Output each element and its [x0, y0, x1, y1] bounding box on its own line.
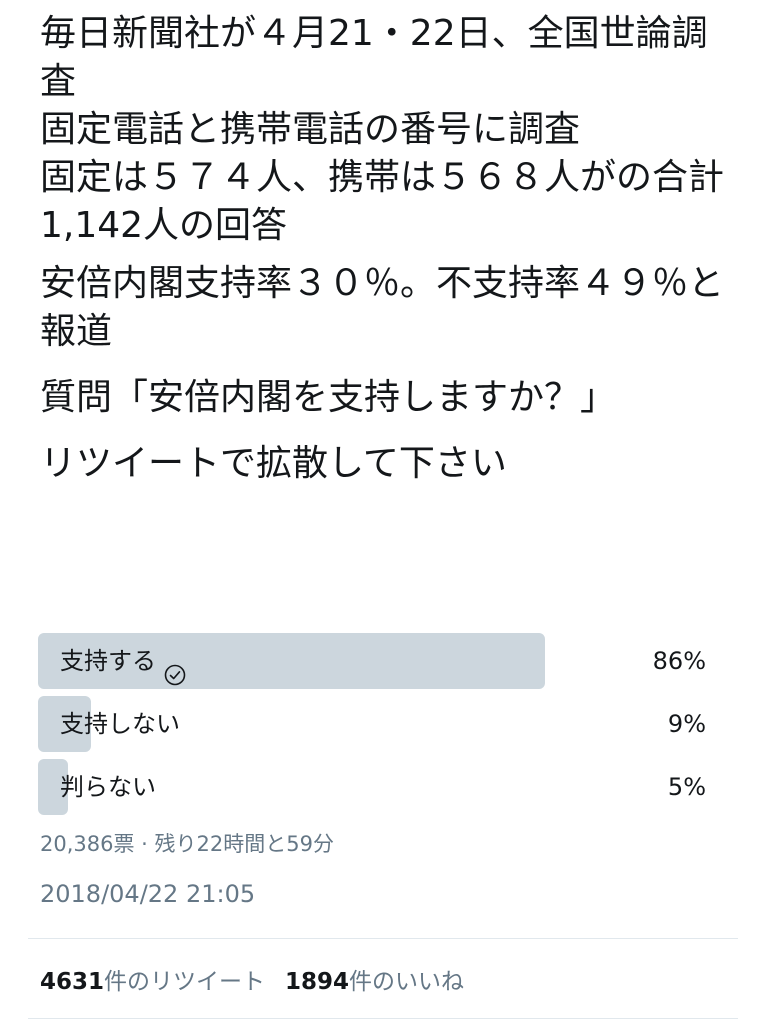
poll: 支持する 86% 支持しない 9% 判らない 5%: [38, 633, 712, 822]
divider: [28, 938, 738, 939]
poll-option: 支持する 86%: [38, 633, 712, 689]
poll-option-label: 支持する: [60, 633, 186, 689]
tweet-line: 安倍内閣支持率３０％。不支持率４９％と報道: [40, 263, 725, 352]
retweets-stat[interactable]: 4631件のリツイート: [40, 962, 265, 996]
poll-option-label: 支持しない: [60, 696, 180, 752]
poll-option-text: 支持しない: [60, 710, 180, 738]
retweets-count: 4631: [40, 969, 105, 995]
check-circle-icon: [164, 650, 186, 686]
poll-option-text: 判らない: [60, 773, 156, 801]
tweet-timestamp[interactable]: 2018/04/22 21:05: [40, 880, 255, 908]
poll-option-percent: 5%: [667, 773, 706, 801]
retweets-label: 件のリツイート: [104, 969, 266, 995]
likes-count: 1894: [285, 969, 350, 995]
tweet-line: リツイートで拡散して下さい: [40, 443, 507, 484]
tweet-line: 固定電話と携帯電話の番号に調査: [40, 109, 581, 150]
poll-option-percent: 86%: [652, 647, 706, 675]
tweet-stats: 4631件のリツイート 1894件のいいね: [40, 962, 464, 996]
poll-option: 判らない 5%: [38, 759, 712, 815]
poll-option-percent: 9%: [667, 710, 706, 738]
poll-meta: 20,386票 · 残り22時間と59分: [40, 832, 334, 856]
tweet-line: 固定は５７４人、携帯は５６８人がの合計1,142人の回答: [40, 157, 725, 246]
tweet-line: 毎日新聞社が４月21・22日、全国世論調査: [40, 13, 708, 102]
poll-option-text: 支持する: [60, 647, 156, 675]
tweet-text: 毎日新聞社が４月21・22日、全国世論調査 固定電話と携帯電話の番号に調査 固定…: [40, 10, 730, 488]
poll-option-label: 判らない: [60, 759, 156, 815]
divider: [28, 1018, 738, 1019]
poll-option: 支持しない 9%: [38, 696, 712, 752]
tweet-line: 質問「安倍内閣を支持しますか？」: [40, 377, 617, 418]
likes-label: 件のいいね: [349, 969, 465, 995]
likes-stat[interactable]: 1894件のいいね: [285, 962, 464, 996]
